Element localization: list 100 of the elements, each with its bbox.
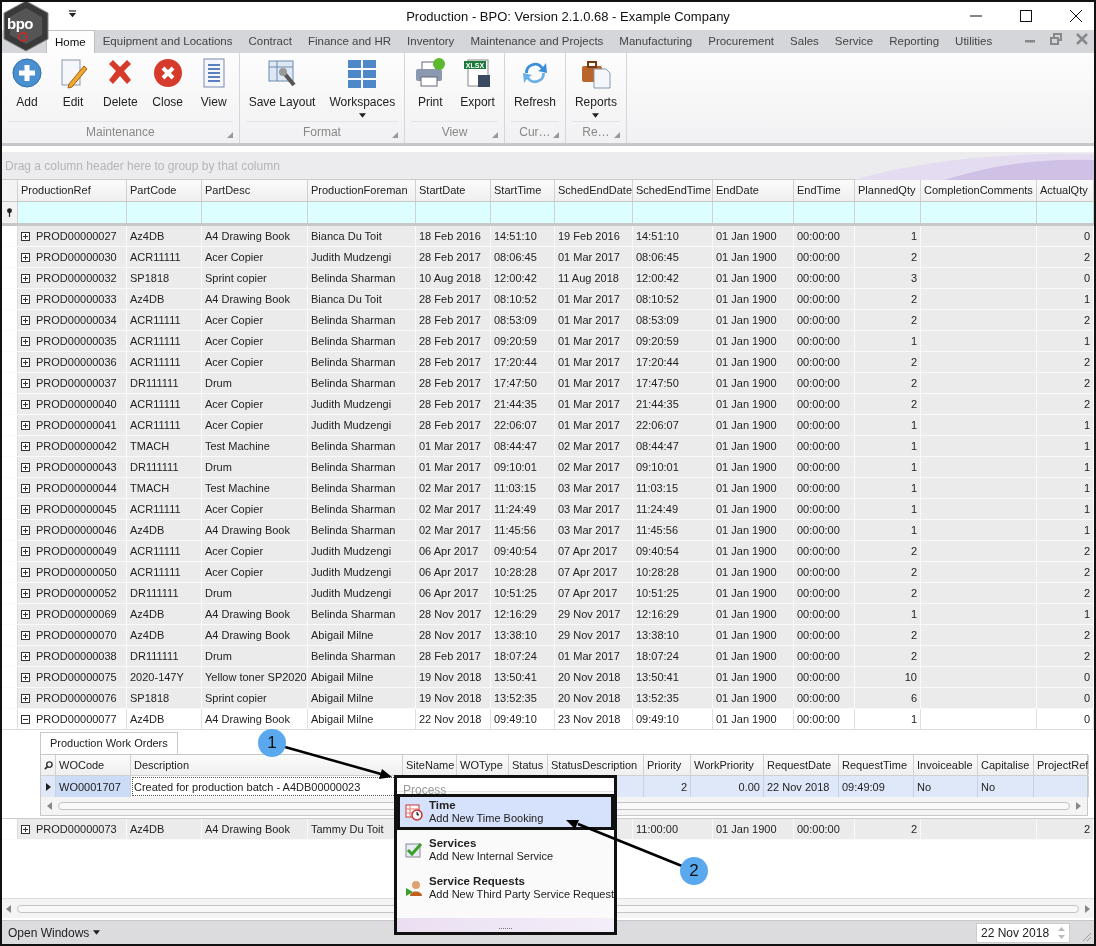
table-cell-text: Tammy Du Toit xyxy=(311,822,384,837)
table-cell-text: 06 Apr 2017 xyxy=(419,565,479,580)
table-cell-text: 13:50:41 xyxy=(636,670,679,685)
table-cell-text: 0 xyxy=(1083,691,1090,706)
table-cell-text: 1 xyxy=(1083,481,1090,496)
table-cell-text: 17:47:50 xyxy=(636,376,679,391)
table-cell-text: PROD00000035 xyxy=(36,334,117,349)
table-cell-text: 08:53:09 xyxy=(636,313,679,328)
table-cell-text: PROD00000045 xyxy=(36,502,117,517)
table-cell-text: 2 xyxy=(680,779,687,795)
table-cell-text: 08:10:52 xyxy=(494,292,537,307)
table-cell-text: PROD00000070 xyxy=(36,628,117,643)
table-cell-text: 2020-147Y xyxy=(130,670,184,685)
table-cell-text: Belinda Sharman xyxy=(311,649,396,664)
table-cell-text: 2 xyxy=(910,376,917,391)
table-cell-text: PROD00000069 xyxy=(36,607,117,622)
table-cell-text: Drum xyxy=(205,586,232,601)
table-cell-text: TMACH xyxy=(130,481,170,496)
table-cell-text: 11:03:15 xyxy=(636,481,678,496)
table-cell-text: Judith Mudzengi xyxy=(311,544,392,559)
table-cell-text: 22 Nov 2018 xyxy=(419,712,482,727)
table-cell-text: 11:00:00 xyxy=(636,822,678,837)
table-cell-text: Az4DB xyxy=(130,712,165,727)
table-cell-text: Az4DB xyxy=(130,229,165,244)
table-cell-text: 01 Jan 1900 xyxy=(716,670,777,685)
table-cell-text: 00:00:00 xyxy=(797,586,840,601)
table-cell-text: 01 Mar 2017 xyxy=(558,292,620,307)
table-cell-text: A4 Drawing Book xyxy=(205,292,290,307)
table-cell-text: 2 xyxy=(1083,822,1090,837)
table-cell-text: 01 Jan 1900 xyxy=(716,292,777,307)
table-cell-text: Drum xyxy=(205,376,232,391)
table-cell-text: 20 Nov 2018 xyxy=(558,691,621,706)
table-cell-text: 07 Apr 2017 xyxy=(558,586,618,601)
table-cell-text: 2 xyxy=(1083,565,1090,580)
table-cell-text: 01 Jan 1900 xyxy=(716,481,777,496)
table-cell-text: 01 Jan 1900 xyxy=(716,376,777,391)
table-cell-text: 00:00:00 xyxy=(797,355,840,370)
table-cell-text: 02 Mar 2017 xyxy=(419,502,481,517)
table-cell-text: SP1818 xyxy=(130,691,170,706)
table-cell-text: 00:00:00 xyxy=(797,418,840,433)
table-cell-text: 00:00:00 xyxy=(797,271,840,286)
table-cell-text: 28 Feb 2017 xyxy=(419,334,481,349)
group-label: Cur… xyxy=(519,124,551,139)
table-cell-text: 08:44:47 xyxy=(494,439,537,454)
table-cell-text: 21:44:35 xyxy=(636,397,679,412)
table-cell-text: 01 Jan 1900 xyxy=(716,460,777,475)
table-cell-text: ACR11111 xyxy=(130,544,181,559)
table-cell-text: 03 Mar 2017 xyxy=(558,523,620,538)
table-cell-text: 13:38:10 xyxy=(494,628,537,643)
table-cell-text: 19 Nov 2018 xyxy=(419,670,482,685)
table-cell-text: 22:06:07 xyxy=(636,418,679,433)
table-cell-text: 10 Aug 2018 xyxy=(419,271,481,286)
table-cell-text: 01 Jan 1900 xyxy=(716,271,777,286)
table-cell-text: 2 xyxy=(1083,628,1090,643)
table-cell-text: PROD00000076 xyxy=(36,691,117,706)
table-cell-text: 13:52:35 xyxy=(636,691,679,706)
menu-item-title: Time xyxy=(429,799,457,812)
table-cell-text: 01 Mar 2017 xyxy=(558,313,620,328)
table-cell-text: 03 Mar 2017 xyxy=(558,502,620,517)
table-cell-text: ACR11111 xyxy=(130,334,181,349)
table-cell-text: 11:24:49 xyxy=(494,502,536,517)
table-cell-text: 13:52:35 xyxy=(494,691,537,706)
table-cell-text: PROD00000044 xyxy=(36,481,117,496)
table-cell-text: 08:44:47 xyxy=(636,439,679,454)
table-cell-text: PROD00000032 xyxy=(36,271,117,286)
table-cell-text: 10:51:25 xyxy=(494,586,537,601)
table-cell-text: 0.00 xyxy=(738,779,760,795)
table-cell-text: 11:24:49 xyxy=(636,502,678,517)
table-cell-text: 13:50:41 xyxy=(494,670,537,685)
table-cell-text: Abigail Milne xyxy=(311,628,374,643)
table-cell-text: 10:51:25 xyxy=(636,586,679,601)
table-cell-text: 1 xyxy=(1083,334,1090,349)
table-cell-text: 19 Nov 2018 xyxy=(419,691,482,706)
table-cell-text: 00:00:00 xyxy=(797,670,840,685)
table-cell-text: 1 xyxy=(910,523,917,538)
table-cell-text: 01 Jan 1900 xyxy=(716,334,777,349)
group-label: Format xyxy=(302,124,341,139)
table-cell-text: DR111111 xyxy=(130,376,179,391)
table-cell-text: 12:16:29 xyxy=(494,607,537,622)
table-cell-text: Belinda Sharman xyxy=(311,355,396,370)
table-cell-text: 01 Jan 1900 xyxy=(716,439,777,454)
table-cell-text: 18 Feb 2016 xyxy=(419,229,481,244)
table-cell-text: 1 xyxy=(1083,292,1090,307)
table-cell-text: 1 xyxy=(910,439,917,454)
table-cell-text: 0 xyxy=(1083,271,1090,286)
table-cell-text: 17:20:44 xyxy=(494,355,537,370)
table-cell-text: ACR11111 xyxy=(130,565,181,580)
table-cell-text: 00:00:00 xyxy=(797,628,840,643)
table-cell-text: 12:16:29 xyxy=(636,607,679,622)
table-cell-text: 2 xyxy=(910,565,917,580)
table-cell-text: Belinda Sharman xyxy=(311,523,396,538)
table-cell-text: Test Machine xyxy=(205,481,270,496)
table-cell-text: 01 Jan 1900 xyxy=(716,649,777,664)
table-cell-text: ACR11111 xyxy=(130,397,181,412)
table-cell-text: 2 xyxy=(910,397,917,412)
group-label: Maintenance xyxy=(86,124,155,139)
table-cell-text: 29 Nov 2017 xyxy=(558,628,621,643)
table-cell-text: 09:49:10 xyxy=(636,712,679,727)
table-cell-text: 00:00:00 xyxy=(797,397,840,412)
group-label: View xyxy=(441,124,468,139)
